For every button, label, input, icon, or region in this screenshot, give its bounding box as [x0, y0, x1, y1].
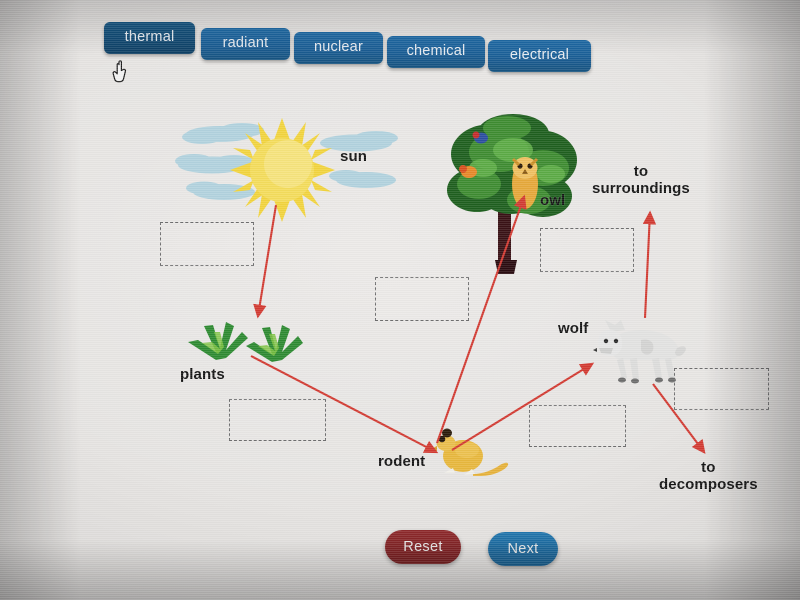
plants-illustration	[182, 312, 304, 364]
dropzone-center[interactable]	[375, 277, 469, 321]
sink-label-line2: decomposers	[659, 475, 758, 493]
rodent-illustration	[427, 424, 509, 476]
node-label-rodent: rodent	[378, 453, 426, 470]
node-label-owl: owl	[540, 192, 566, 209]
sink-label-to-surroundings: to surroundings	[592, 163, 690, 198]
energy-chip-nuclear[interactable]: nuclear	[294, 32, 383, 64]
sink-label-line1: to	[633, 163, 649, 180]
wolf-illustration	[589, 318, 686, 386]
energy-chip-radiant[interactable]: radiant	[201, 28, 290, 60]
dropzone-rodent-to-wolf[interactable]	[529, 405, 626, 447]
energy-chip-electrical[interactable]: electrical	[488, 40, 591, 72]
dropzone-plants-to-rodent[interactable]	[229, 399, 326, 441]
sun-illustration	[230, 118, 335, 222]
node-label-plants: plants	[180, 366, 225, 383]
next-button[interactable]: Next	[488, 532, 558, 566]
dropzone-wolf-to-decomposers[interactable]	[674, 368, 769, 410]
sink-label-line1: to	[701, 459, 716, 476]
energy-chip-thermal[interactable]: thermal	[104, 22, 195, 54]
sink-label-line2: surroundings	[592, 179, 690, 197]
energy-chip-chemical[interactable]: chemical	[387, 36, 485, 68]
node-label-sun: sun	[340, 148, 367, 165]
reset-button[interactable]: Reset	[385, 530, 461, 564]
sink-label-to-decomposers: to decomposers	[659, 459, 758, 494]
node-label-wolf: wolf	[558, 320, 589, 337]
dropzone-sun-to-plants[interactable]	[160, 222, 254, 266]
dropzone-owl[interactable]	[540, 228, 634, 272]
pointing-hand-cursor-icon	[112, 60, 132, 84]
